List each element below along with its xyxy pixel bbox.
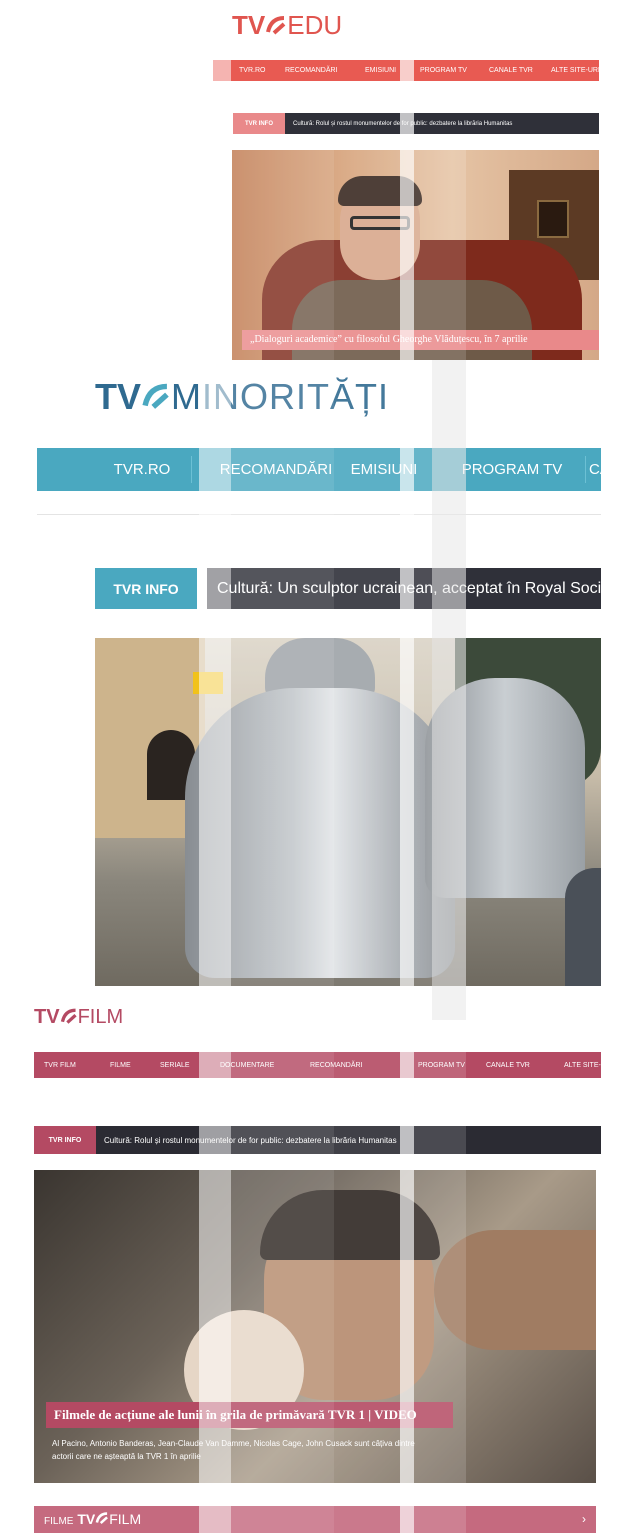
edu-hero-caption[interactable]: „Dialoguri academice” cu filosoful Gheor…	[242, 330, 599, 350]
film-ticker-text[interactable]: Cultură: Rolul și rostul monumentelor de…	[96, 1126, 601, 1154]
edu-nav-emisiuni[interactable]: EMISIUNI	[365, 60, 396, 81]
minoritati-ticker-label[interactable]: TVR INFO	[95, 568, 197, 609]
nav-divider	[191, 456, 192, 483]
edu-nav-bar: TVR.RO RECOMANDĂRI EMISIUNI PROGRAM TV C…	[213, 60, 600, 81]
film-footer-logo-prefix: TV	[77, 1511, 96, 1527]
minoritati-logo[interactable]: TV MINORITĂȚI	[95, 372, 389, 422]
film-hero-caption-title[interactable]: Filmele de acțiune ale lunii în grila de…	[46, 1402, 453, 1428]
film-hero-image[interactable]: Filmele de acțiune ale lunii în grila de…	[34, 1170, 596, 1483]
film-footer-bar: FILME TV FILM ›	[34, 1506, 596, 1533]
film-nav-documentare[interactable]: DOCUMENTARE	[220, 1052, 274, 1078]
tvr-arc-icon	[60, 1008, 77, 1024]
edu-nav-canale-tvr[interactable]: CANALE TVR	[489, 60, 533, 81]
film-nav-canale-tvr[interactable]: CANALE TVR	[486, 1052, 530, 1078]
film-nav-recomandari[interactable]: RECOMANDĂRI	[310, 1052, 363, 1078]
minoritati-ticker: TVR INFO Cultură: Un sculptor ucrainean,…	[95, 568, 601, 609]
edu-logo-prefix: TV	[232, 10, 266, 40]
edu-nav-alte-site-uri[interactable]: ALTE SITE-URI	[551, 60, 600, 81]
film-ticker-label[interactable]: TVR INFO	[34, 1126, 96, 1154]
separator	[37, 514, 601, 515]
nav-divider	[585, 456, 586, 483]
film-nav-program-tv[interactable]: PROGRAM TV	[418, 1052, 465, 1078]
edu-ticker-label[interactable]: TVR INFO	[233, 113, 285, 134]
minoritati-nav-recomandari[interactable]: RECOMANDĂRI	[211, 448, 341, 491]
film-nav-tvr-film[interactable]: TVR FILM	[44, 1052, 76, 1078]
film-nav-seriale[interactable]: SERIALE	[160, 1052, 190, 1078]
edu-nav-program-tv[interactable]: PROGRAM TV	[420, 60, 467, 81]
film-ticker: TVR INFO Cultură: Rolul și rostul monume…	[34, 1126, 601, 1154]
edu-logo-suffix: EDU	[287, 10, 343, 40]
bell-dark-edge	[565, 868, 601, 986]
tvr-arc-icon	[266, 16, 286, 35]
film-hero-caption-sub-1: Al Pacino, Antonio Banderas, Jean-Claude…	[52, 1439, 415, 1448]
film-nav-filme[interactable]: FILME	[110, 1052, 131, 1078]
edu-ticker: TVR INFO Cultură: Rolul și rostul monume…	[233, 113, 599, 134]
edu-frame	[537, 200, 569, 238]
minoritati-ticker-text[interactable]: Cultură: Un sculptor ucrainean, acceptat…	[207, 568, 601, 609]
film-footer-label: FILME	[44, 1516, 74, 1527]
overlay-strip	[213, 990, 401, 1034]
tvr-arc-icon	[95, 1512, 109, 1525]
minoritati-nav-emisiuni[interactable]: EMISIUNI	[339, 448, 429, 491]
edu-nav-tvrro[interactable]: TVR.RO	[239, 60, 265, 81]
film-logo[interactable]: TV FILM	[34, 1004, 123, 1030]
minoritati-logo-prefix: TV	[95, 376, 142, 417]
film-hero-caption-sub-2: actorii care ne așteaptă la TVR 1 în apr…	[52, 1452, 201, 1461]
minoritati-nav-canale-tvr[interactable]: CANALE TVR	[589, 448, 601, 491]
bell-large	[185, 688, 455, 978]
minoritati-nav-bar: TVR.RO RECOMANDĂRI EMISIUNI PROGRAM TV C…	[37, 448, 601, 491]
minoritati-logo-suffix: MINORITĂȚI	[171, 376, 389, 417]
film-footer-logo-suffix: FILM	[109, 1511, 142, 1527]
bell-small	[425, 678, 585, 898]
minoritati-nav-tvrro[interactable]: TVR.RO	[99, 448, 185, 491]
yellow-badge-icon	[193, 672, 223, 694]
tvr-arc-icon	[142, 383, 169, 409]
film-arm	[434, 1230, 596, 1350]
glasses-icon	[350, 216, 410, 230]
edu-hero-image[interactable]: „Dialoguri academice” cu filosoful Gheor…	[232, 150, 599, 360]
minoritati-nav-program-tv[interactable]: PROGRAM TV	[447, 448, 577, 491]
film-nav-bar: TVR FILM FILME SERIALE DOCUMENTARE RECOM…	[34, 1052, 613, 1078]
edu-logo[interactable]: TV EDU	[232, 8, 342, 42]
edu-nav-recomandari[interactable]: RECOMANDĂRI	[285, 60, 338, 81]
film-nav-alte-site-uri[interactable]: ALTE SITE-URI	[564, 1052, 613, 1078]
film-footer-logo[interactable]: FILME TV FILM	[44, 1506, 141, 1533]
edu-ticker-text[interactable]: Cultură: Rolul și rostul monumentelor de…	[285, 113, 599, 134]
film-logo-suffix: FILM	[77, 1006, 124, 1028]
chevron-right-icon[interactable]: ›	[582, 1506, 586, 1533]
edu-person-hair	[338, 176, 422, 206]
film-man-hair	[260, 1190, 440, 1260]
minoritati-hero-image[interactable]	[95, 638, 601, 986]
film-logo-prefix: TV	[34, 1006, 60, 1028]
